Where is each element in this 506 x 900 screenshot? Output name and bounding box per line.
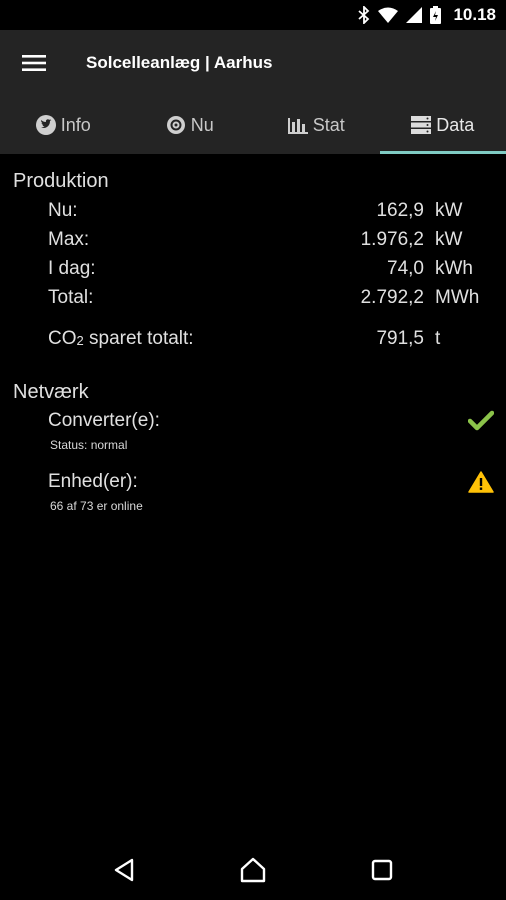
row-label: Nu: — [48, 200, 78, 221]
row-value: 74,0 — [387, 258, 424, 279]
bluetooth-icon — [358, 6, 370, 24]
gauge-icon — [166, 115, 186, 135]
co2-label-rest: sparet totalt: — [83, 328, 194, 349]
recents-square-icon[interactable] — [362, 850, 402, 890]
tab-info-label: Info — [60, 114, 91, 135]
production-row-max: Max: 1.976,2 kW — [0, 229, 506, 257]
battery-icon — [430, 6, 442, 24]
devices-label: Enhed(er): — [48, 471, 138, 492]
row-unit: kW — [435, 229, 463, 250]
back-triangle-icon[interactable] — [104, 850, 144, 890]
row-unit: kW — [435, 200, 463, 221]
co2-label-sub: 2 — [76, 333, 84, 348]
co2-unit: t — [435, 328, 441, 349]
home-icon[interactable] — [233, 850, 273, 890]
section-title-network: Netværk — [13, 381, 89, 403]
twitter-bird-icon — [35, 115, 56, 135]
production-row-today: I dag: 74,0 kWh — [0, 258, 506, 286]
tab-bar: Info Nu Stat Data — [0, 96, 506, 154]
co2-value: 791,5 — [376, 328, 424, 349]
production-row-total: Total: 2.792,2 MWh — [0, 287, 506, 315]
bar-chart-icon — [287, 116, 308, 134]
tab-stat[interactable]: Stat — [253, 96, 380, 154]
section-title-production: Produktion — [13, 170, 109, 192]
row-unit: MWh — [435, 287, 480, 308]
tab-stat-label: Stat — [312, 114, 345, 135]
tab-info[interactable]: Info — [0, 96, 127, 154]
devices-status: 66 af 73 er online — [50, 499, 143, 513]
page-title: Solcelleanlæg | Aarhus — [86, 53, 273, 72]
system-nav-bar — [0, 840, 506, 900]
co2-label: CO2 sparet totalt: — [48, 328, 194, 350]
tab-data-label: Data — [436, 114, 475, 135]
checkmark-icon — [467, 410, 495, 437]
signal-icon — [406, 7, 423, 23]
row-label: Total: — [48, 287, 94, 308]
row-value: 162,9 — [376, 200, 424, 221]
row-value: 1.976,2 — [360, 229, 424, 250]
hamburger-menu-icon[interactable] — [0, 30, 68, 96]
database-icon — [411, 116, 432, 134]
tab-nu-label: Nu — [190, 114, 214, 135]
row-value: 2.792,2 — [360, 287, 424, 308]
wifi-icon — [378, 7, 399, 23]
status-bar: 10.18 — [0, 0, 506, 30]
app-screen: 10.18 Solcelleanlæg | Aarhus Info Nu Sta… — [0, 0, 506, 900]
row-label: Max: — [48, 229, 90, 250]
converter-label: Converter(e): — [48, 410, 160, 431]
co2-saved-row: CO2 sparet totalt: 791,5 t — [0, 328, 506, 356]
converter-status: Status: normal — [50, 438, 128, 452]
row-unit: kWh — [435, 258, 473, 279]
co2-label-main: CO — [48, 328, 77, 349]
tab-data[interactable]: Data — [379, 96, 506, 154]
app-toolbar: Solcelleanlæg | Aarhus — [0, 30, 506, 96]
row-label: I dag: — [48, 258, 96, 279]
production-row-nu: Nu: 162,9 kW — [0, 200, 506, 228]
warning-icon — [468, 471, 494, 498]
tab-nu[interactable]: Nu — [127, 96, 254, 154]
status-clock: 10.18 — [453, 5, 496, 24]
